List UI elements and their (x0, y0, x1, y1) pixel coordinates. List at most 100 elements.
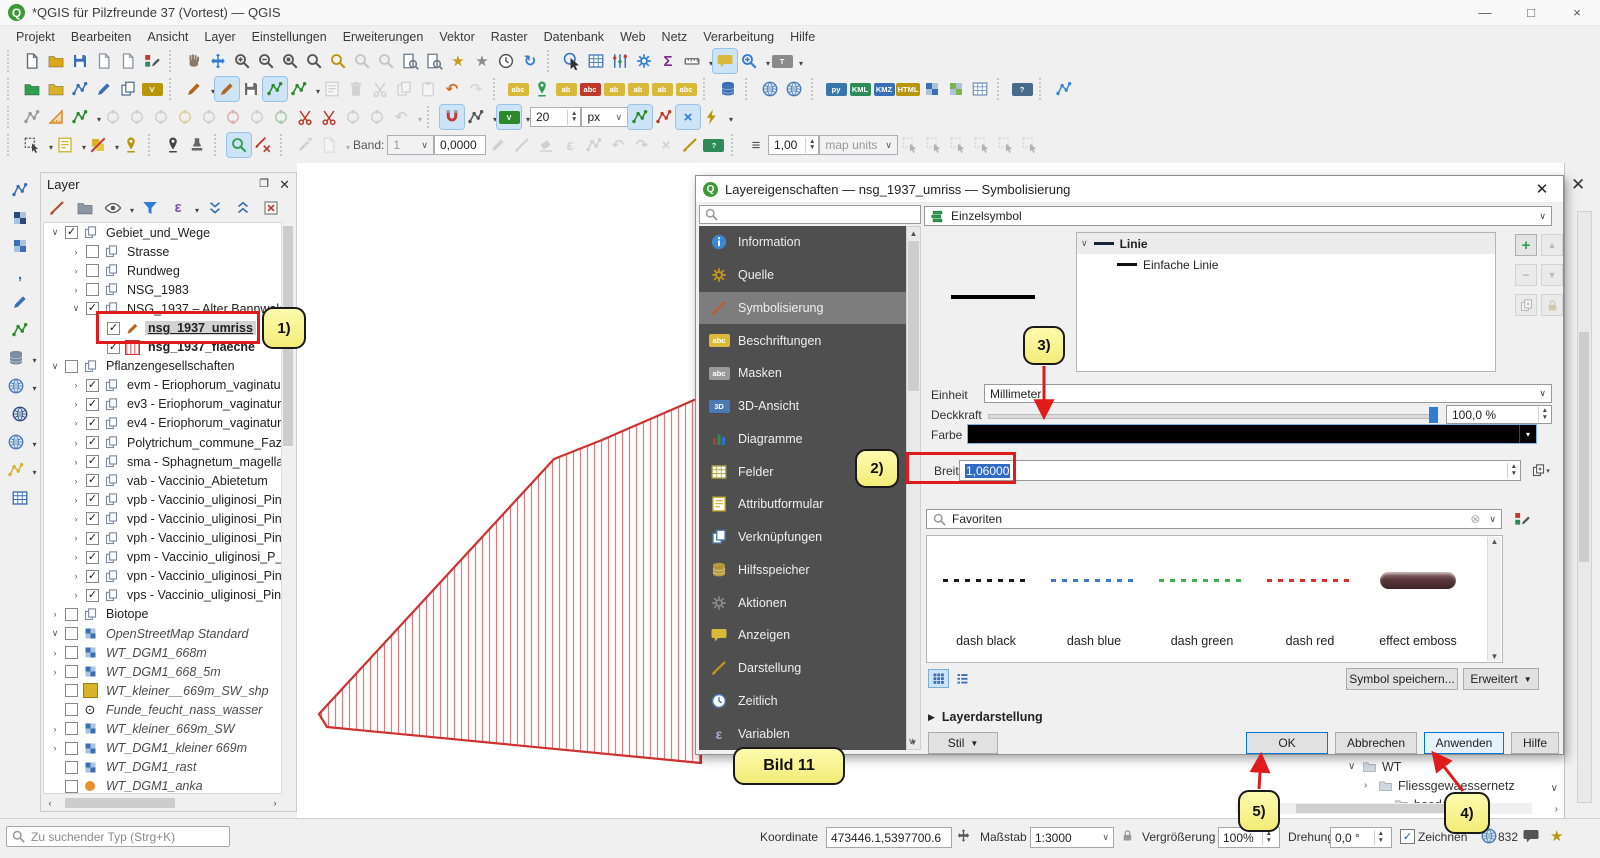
icon-view-toggle[interactable] (928, 669, 949, 688)
visibility-checkbox[interactable] (65, 722, 78, 735)
expander-icon[interactable]: › (48, 743, 62, 753)
expander-icon[interactable]: ∨ (69, 303, 83, 314)
opacity-spin[interactable]: 100,0 % ▲▼ (1446, 405, 1552, 424)
advanced-digitizing-icon[interactable] (44, 105, 68, 129)
expander-icon[interactable]: › (69, 266, 83, 276)
open-project-icon[interactable] (44, 49, 68, 73)
line-width-icon-icon[interactable]: ≡ (744, 133, 768, 157)
visibility-checkbox[interactable] (65, 665, 78, 678)
layer-item-wt-kleiner-669m-sw-shp[interactable]: WT_kleiner__669m_SW_shp (44, 681, 281, 700)
style-button[interactable]: Stil▼ (928, 732, 998, 754)
new-spatial-bookmark-icon[interactable]: ★ (446, 49, 470, 73)
move-label-icon[interactable]: ab (626, 77, 650, 101)
layer-item-openstreetmap-standard[interactable]: ∨OpenStreetMap Standard (44, 624, 281, 643)
rotate-label-icon[interactable]: ab (650, 77, 674, 101)
toggle-editing-icon[interactable] (215, 77, 239, 101)
enable-tracing-icon[interactable] (700, 105, 724, 129)
expander-icon[interactable]: › (69, 247, 83, 257)
layer-item-wt-dgm1-kleiner-669m[interactable]: ›WT_DGM1_kleiner 669m (44, 739, 281, 758)
sidebar-scrollbar[interactable]: ▲ ▼ (906, 226, 921, 750)
split-features-icon[interactable] (293, 105, 317, 129)
opacity-slider-groove[interactable] (988, 414, 1430, 419)
visibility-checkbox[interactable] (65, 742, 78, 755)
rotation-spin[interactable]: 0,0 °▲▼ (1330, 827, 1392, 848)
map-pin-tool-icon[interactable] (161, 133, 185, 157)
unit-combo[interactable]: Millimeter∨ (984, 384, 1552, 403)
visibility-checkbox[interactable] (65, 780, 78, 793)
menu-hilfe[interactable]: Hilfe (782, 28, 823, 46)
statistical-summary-icon[interactable]: Σ (656, 49, 680, 73)
visibility-checkbox[interactable]: ✓ (107, 341, 120, 354)
layer-item-vpm-vaccinio-uliginosi-p-sy[interactable]: ›✓vpm - Vaccinio_uliginosi_P_sy (44, 548, 281, 567)
export-kml-icon[interactable]: KML (848, 77, 872, 101)
properties-tab-3d-ansicht[interactable]: 3D3D-Ansicht (699, 390, 906, 423)
expander-icon[interactable]: › (69, 285, 83, 295)
new-virtual-layer-icon[interactable] (116, 77, 140, 101)
layer-item-polytrichum-commune-fazie[interactable]: ›✓Polytrichum_commune_Fazie (44, 433, 281, 452)
show-bookmarks-icon[interactable]: ★ (470, 49, 494, 73)
avoid-overlaps-icon[interactable] (652, 105, 676, 129)
save-project-icon[interactable] (68, 49, 92, 73)
add-wms-layer-icon[interactable] (4, 374, 28, 398)
layer-item-strasse[interactable]: ›Strasse (44, 242, 281, 261)
visibility-checkbox[interactable]: ✓ (86, 398, 99, 411)
visibility-checkbox[interactable]: ✓ (86, 474, 99, 487)
properties-tab-hilfsspeicher[interactable]: Hilfsspeicher (699, 554, 906, 587)
enable-snapping-icon[interactable] (440, 105, 464, 129)
layer-item-wt-dgm1-rast[interactable]: WT_DGM1_rast (44, 758, 281, 777)
symbol-search-combo[interactable]: Favoriten ⊗ ∨ (926, 509, 1502, 529)
apply-button[interactable]: Anwenden (1424, 732, 1504, 754)
zoom-full-extent-icon[interactable] (278, 49, 302, 73)
change-label-properties-icon[interactable]: abc (674, 77, 698, 101)
save-symbol-button[interactable]: Symbol speichern... (1346, 668, 1458, 690)
add-symbol-layer-button[interactable]: + (1515, 234, 1537, 256)
visibility-checkbox[interactable]: ✓ (86, 551, 99, 564)
properties-tab-variablen[interactable]: εVariablen (699, 717, 906, 750)
add-postgis-layer-icon[interactable] (4, 346, 28, 370)
visibility-checkbox[interactable]: ✓ (86, 570, 99, 583)
visibility-checkbox[interactable] (65, 608, 78, 621)
select-features-icon[interactable] (20, 133, 44, 157)
layer-item-vph-vaccinio-uliginosi-pine[interactable]: ›✓vph - Vaccinio_uliginosi_Pine (44, 529, 281, 548)
temporal-controller-icon[interactable] (494, 49, 518, 73)
menu-web[interactable]: Web (612, 28, 653, 46)
db-manager-icon[interactable] (716, 77, 740, 101)
deselect-features-icon[interactable] (86, 133, 110, 157)
add-raster-layer-icon[interactable] (8, 206, 32, 230)
color-dropdown-icon[interactable]: ▾ (1519, 425, 1536, 443)
opacity-slider-handle[interactable] (1429, 407, 1438, 423)
browser-item-wt[interactable]: ∨WT (1348, 757, 1564, 776)
expander-icon[interactable]: ∨ (48, 628, 62, 639)
menu-layer[interactable]: Layer (196, 28, 243, 46)
expander-icon[interactable]: › (69, 571, 83, 581)
new-spatialite-layer-icon[interactable] (68, 77, 92, 101)
move-feature-icon[interactable] (68, 105, 92, 129)
layer-item-sma-sphagnetum-magellar[interactable]: ›✓sma - Sphagnetum_magellar (44, 452, 281, 471)
properties-tab-verkn-pfungen[interactable]: Verknüpfungen (699, 521, 906, 554)
layer-item-vps-vaccinio-uliginosi-pine[interactable]: ›✓vps - Vaccinio_uliginosi_Pine (44, 586, 281, 605)
visibility-checkbox[interactable]: ✓ (86, 436, 99, 449)
visibility-checkbox[interactable]: ✓ (65, 226, 78, 239)
symbol-tree-child-row[interactable]: Einfache Linie (1077, 254, 1495, 275)
width-spin[interactable]: 1,06000 ▲▼ (959, 460, 1521, 481)
properties-tab-quelle[interactable]: Quelle (699, 259, 906, 292)
metasearch-icon[interactable] (758, 77, 782, 101)
close-button[interactable]: × (1554, 0, 1600, 25)
toggle-labels-icon[interactable]: abc (578, 77, 602, 101)
menu-einstellungen[interactable]: Einstellungen (244, 28, 335, 46)
render-checkbox[interactable]: ✓ (1400, 829, 1415, 844)
visibility-checkbox[interactable]: ✓ (86, 417, 99, 430)
properties-tab-masken[interactable]: abcMasken (699, 357, 906, 390)
zoom-in-icon[interactable] (230, 49, 254, 73)
filter-legend-icon[interactable] (138, 196, 162, 220)
browser-scroll-right-icon[interactable]: › (1555, 804, 1558, 815)
menu-projekt[interactable]: Projekt (8, 28, 63, 46)
ok-button[interactable]: OK (1246, 732, 1328, 754)
save-layer-edits-icon[interactable] (239, 77, 263, 101)
measure-icon[interactable] (680, 49, 704, 73)
raster-value[interactable]: 0,0000 (434, 135, 486, 155)
browser-scroll-down-icon[interactable]: ∨ (1551, 783, 1558, 794)
add-spatialite-layer-icon[interactable] (8, 290, 32, 314)
expand-all-icon[interactable] (203, 196, 227, 220)
layer-item-pflanzengesellschaften[interactable]: ∨Pflanzengesellschaften (44, 357, 281, 376)
